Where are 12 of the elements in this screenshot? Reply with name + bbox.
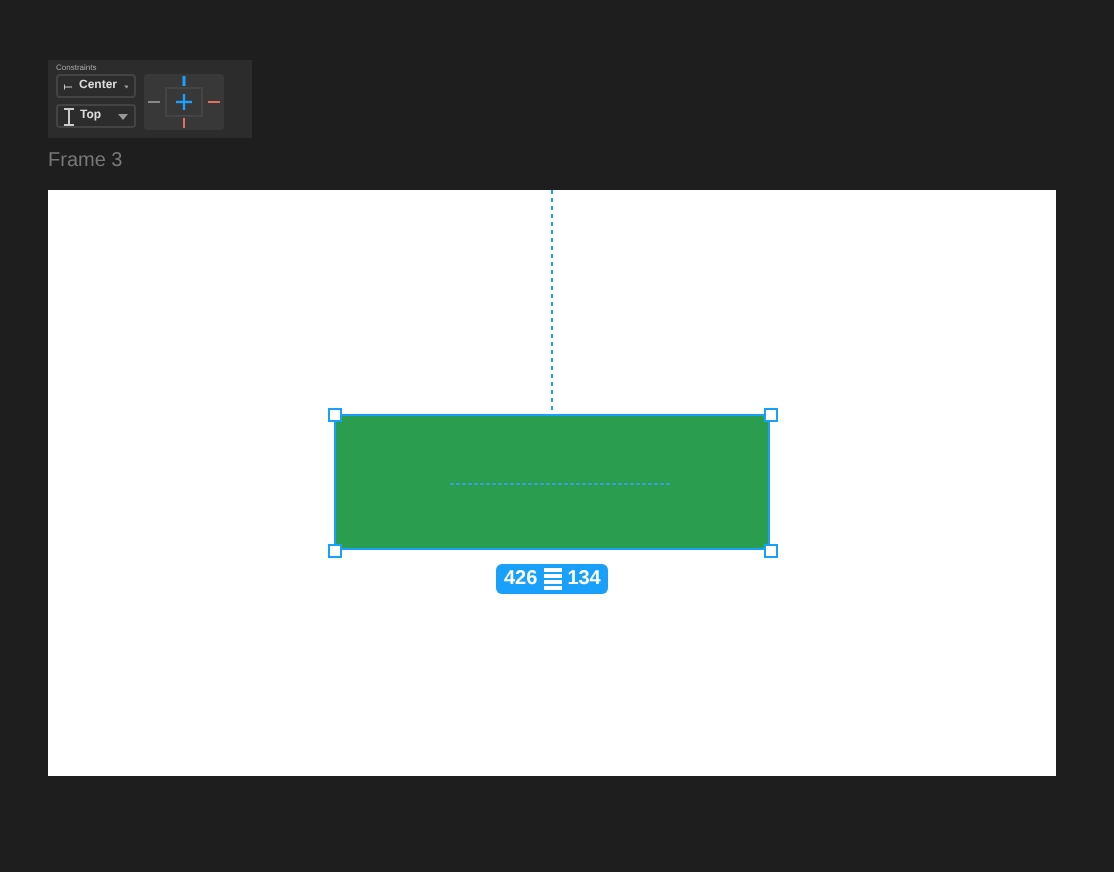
constraint-widget[interactable]: [144, 74, 224, 130]
stack-icon: [543, 568, 562, 590]
resize-handle[interactable]: [328, 544, 342, 558]
caret-icon: [118, 113, 128, 119]
resize-handle[interactable]: [328, 408, 342, 422]
width-value: 426: [504, 568, 538, 590]
frame-label[interactable]: Frame 3: [48, 150, 128, 174]
resize-handle[interactable]: [764, 544, 778, 558]
height-value: 134: [567, 568, 601, 590]
resize-handle[interactable]: [764, 408, 778, 422]
horizontal-arrow-icon: [64, 81, 73, 91]
vertical-arrow-icon: [64, 107, 74, 125]
